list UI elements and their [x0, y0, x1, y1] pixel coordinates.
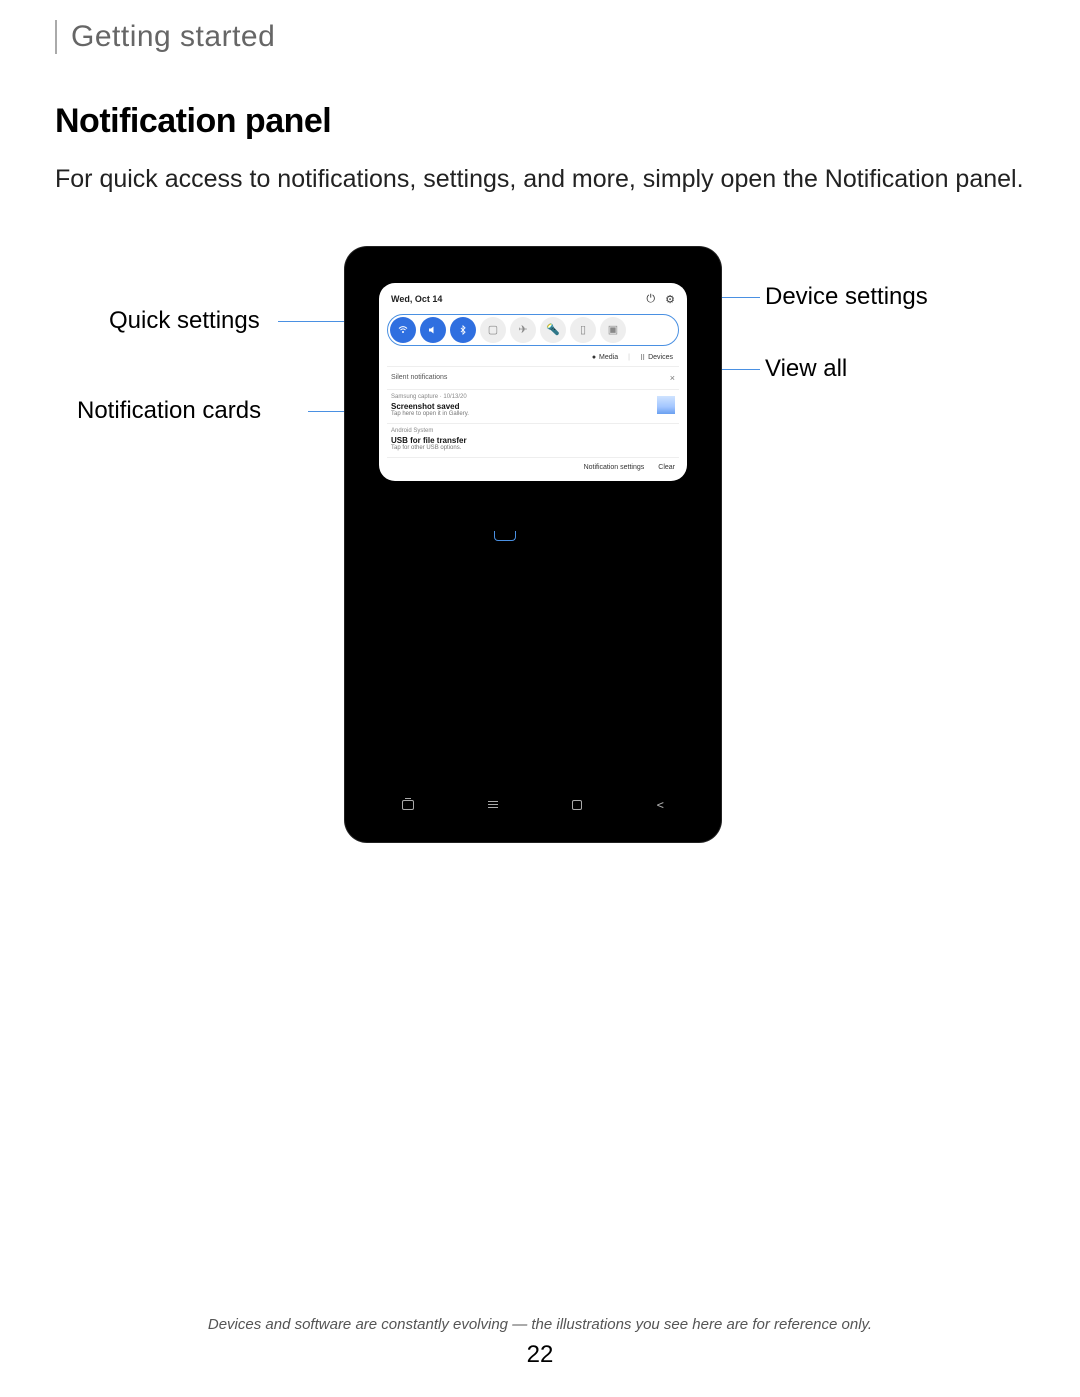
callout-view-all: View all [765, 355, 847, 383]
section-title: Notification panel [55, 102, 1025, 141]
tablet-mockup: Wed, Oct 14 ⏻ ⚙ ▢ ✈ 🔦 ▯ [345, 247, 721, 842]
breadcrumb: Getting started [55, 20, 1025, 54]
media-label: Media [599, 354, 618, 361]
back-icon[interactable]: < [657, 798, 664, 812]
callout-quick-settings: Quick settings [109, 307, 260, 335]
callout-device-settings: Device settings [765, 283, 928, 311]
notification-subtitle: Tap for other USB options. [391, 445, 675, 451]
recents-icon[interactable] [402, 800, 414, 810]
rotate-icon[interactable]: ▢ [480, 317, 506, 343]
view-all-handle[interactable] [494, 531, 516, 541]
screenshot-icon[interactable]: ▣ [600, 317, 626, 343]
illustration: Quick settings Notification cards Device… [55, 247, 1025, 887]
menu-icon[interactable] [488, 801, 498, 808]
callout-notification-cards: Notification cards [77, 397, 261, 425]
quick-settings-row: ▢ ✈ 🔦 ▯ ▣ [387, 314, 679, 346]
gear-icon[interactable]: ⚙ [665, 293, 675, 306]
sound-icon[interactable] [420, 317, 446, 343]
silent-notifications-label: Silent notifications [391, 374, 447, 381]
media-button[interactable]: ● Media [592, 354, 618, 362]
intro-text: For quick access to notifications, setti… [55, 163, 1025, 197]
devices-button[interactable]: ⠿ Devices [640, 354, 673, 362]
flashlight-icon[interactable]: 🔦 [540, 317, 566, 343]
panel-date: Wed, Oct 14 [391, 294, 442, 304]
page-number: 22 [0, 1341, 1080, 1369]
notification-source: Samsung capture · 10/13/20 [391, 394, 675, 400]
notification-title: Screenshot saved [391, 402, 675, 411]
bluetooth-icon[interactable] [450, 317, 476, 343]
notification-source: Android System [391, 428, 675, 434]
home-icon[interactable] [572, 800, 582, 810]
footnote: Devices and software are constantly evol… [0, 1316, 1080, 1333]
notification-settings-link[interactable]: Notification settings [584, 464, 645, 471]
devices-label: Devices [648, 354, 673, 361]
clear-button[interactable]: Clear [658, 464, 675, 471]
notification-card[interactable]: Android System USB for file transfer Tap… [387, 423, 679, 457]
notification-panel: Wed, Oct 14 ⏻ ⚙ ▢ ✈ 🔦 ▯ [379, 283, 687, 481]
power-icon[interactable]: ⏻ [646, 293, 655, 306]
notification-title: USB for file transfer [391, 436, 675, 445]
notification-card[interactable]: Samsung capture · 10/13/20 Screenshot sa… [387, 389, 679, 423]
close-icon[interactable]: × [670, 373, 675, 383]
notification-subtitle: Tap here to open it in Gallery. [391, 411, 675, 417]
battery-icon[interactable]: ▯ [570, 317, 596, 343]
screenshot-thumbnail [657, 396, 675, 414]
wifi-icon[interactable] [390, 317, 416, 343]
tablet-screen: Wed, Oct 14 ⏻ ⚙ ▢ ✈ 🔦 ▯ [365, 277, 701, 812]
android-navbar: < [365, 790, 701, 820]
airplane-icon[interactable]: ✈ [510, 317, 536, 343]
